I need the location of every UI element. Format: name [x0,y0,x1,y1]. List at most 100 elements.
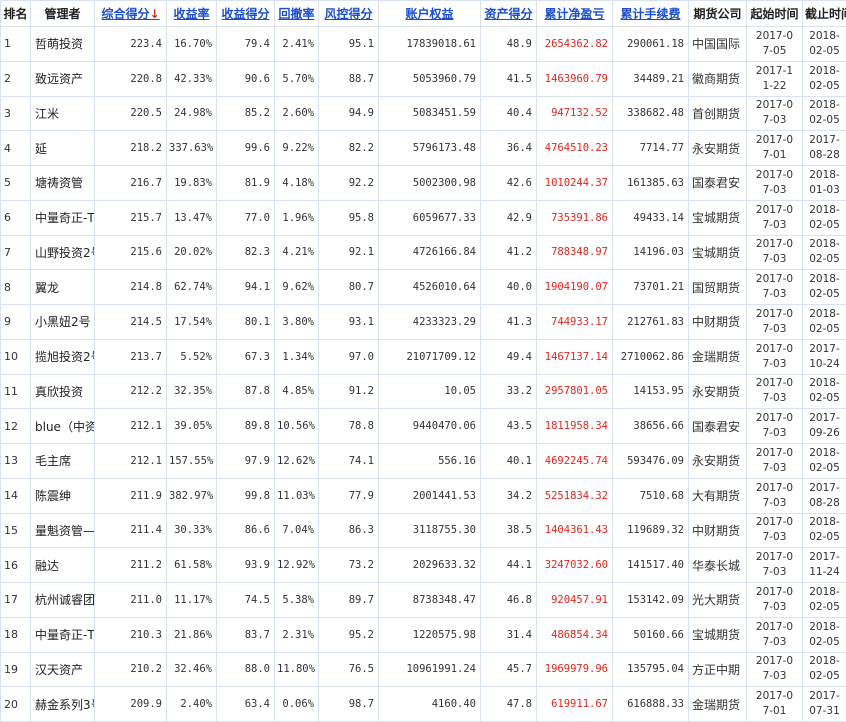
cell-equity: 5002300.98 [379,166,481,201]
header-risk-score[interactable]: 风控得分 [319,1,379,27]
manager-link[interactable]: 汉天资产 [35,663,83,677]
cell-manager: 哲萌投资 [31,27,95,62]
cell-manager: 融达 [31,548,95,583]
cell-end-date: 2018-02-05 [803,270,846,305]
cell-drawdown: 11.03% [275,478,319,513]
cell-equity: 4160.40 [379,687,481,722]
cell-return-rate: 2.40% [167,687,217,722]
cell-asset-score: 43.5 [481,409,537,444]
cell-start-date: 2017-07-03 [747,478,803,513]
header-cum-pnl[interactable]: 累计净盈亏 [537,1,613,27]
cell-risk-score: 89.7 [319,583,379,618]
cell-drawdown: 2.41% [275,27,319,62]
cell-end-date: 2017-11-24 [803,548,846,583]
cell-return-rate: 17.54% [167,305,217,340]
manager-link[interactable]: 塘祷资管 [35,176,83,190]
cell-cum-fee: 119689.32 [613,513,689,548]
cell-cum-fee: 34489.21 [613,61,689,96]
cell-drawdown: 11.80% [275,652,319,687]
cell-total-score: 220.8 [95,61,167,96]
cell-cum-pnl: 744933.17 [537,305,613,340]
cell-risk-score: 73.2 [319,548,379,583]
cell-broker: 金瑞期货 [689,339,747,374]
cell-return-rate: 42.33% [167,61,217,96]
manager-link[interactable]: 中量奇正-T [35,628,95,642]
manager-link[interactable]: 杭州诚睿团 [35,593,95,607]
cell-start-date: 2017-07-03 [747,200,803,235]
cell-risk-score: 95.1 [319,27,379,62]
cell-cum-pnl: 1904190.07 [537,270,613,305]
cell-asset-score: 40.1 [481,444,537,479]
cell-manager: 小黑妞2号 [31,305,95,340]
cell-return-rate: 5.52% [167,339,217,374]
manager-link[interactable]: 量魁资管— [35,524,95,538]
cell-rank: 13 [1,444,31,479]
cell-return-score: 99.8 [217,478,275,513]
cell-start-date: 2017-07-03 [747,270,803,305]
cell-cum-pnl: 1811958.34 [537,409,613,444]
cell-broker: 宝城期货 [689,617,747,652]
header-total-score[interactable]: 综合得分↓ [95,1,167,27]
manager-link[interactable]: 致远资产 [35,72,83,86]
manager-link[interactable]: 陈震绅 [35,489,71,503]
cell-start-date: 2017-11-22 [747,61,803,96]
header-start: 起始时间 [747,1,803,27]
cell-cum-pnl: 5251834.32 [537,478,613,513]
cell-equity: 1220575.98 [379,617,481,652]
cell-manager: 延 [31,131,95,166]
cell-start-date: 2017-07-03 [747,409,803,444]
header-return-rate[interactable]: 收益率 [167,1,217,27]
manager-link[interactable]: 揽旭投资2号 [35,350,95,364]
cell-return-score: 79.4 [217,27,275,62]
manager-link[interactable]: 翼龙 [35,281,59,295]
header-equity[interactable]: 账户权益 [379,1,481,27]
manager-link[interactable]: 延 [35,142,47,156]
manager-link[interactable]: 小黑妞2号 [35,315,91,329]
cell-end-date: 2018-02-05 [803,200,846,235]
cell-end-date: 2017-08-28 [803,478,846,513]
cell-total-score: 212.2 [95,374,167,409]
cell-risk-score: 97.0 [319,339,379,374]
cell-cum-fee: 212761.83 [613,305,689,340]
cell-rank: 9 [1,305,31,340]
manager-link[interactable]: 山野投资2号 [35,246,95,260]
cell-broker: 永安期货 [689,444,747,479]
table-body: 1哲萌投资223.416.70%79.42.41%95.117839018.61… [1,27,846,722]
cell-rank: 18 [1,617,31,652]
manager-link[interactable]: 真欣投资 [35,385,83,399]
cell-return-score: 77.0 [217,200,275,235]
cell-risk-score: 95.2 [319,617,379,652]
header-total-score-label: 综合得分 [101,7,149,21]
header-drawdown[interactable]: 回撤率 [275,1,319,27]
cell-return-score: 80.1 [217,305,275,340]
table-row: 13毛主席212.1157.55%97.912.62%74.1556.1640.… [1,444,846,479]
cell-broker: 永安期货 [689,131,747,166]
cell-equity: 17839018.61 [379,27,481,62]
cell-risk-score: 76.5 [319,652,379,687]
cell-return-rate: 13.47% [167,200,217,235]
cell-return-score: 90.6 [217,61,275,96]
header-return-score[interactable]: 收益得分 [217,1,275,27]
cell-risk-score: 78.8 [319,409,379,444]
header-cum-fee[interactable]: 累计手续费 [613,1,689,27]
cell-cum-fee: 593476.09 [613,444,689,479]
cell-equity: 3118755.30 [379,513,481,548]
table-row: 4延218.2337.63%99.69.22%82.25796173.4836.… [1,131,846,166]
manager-link[interactable]: 江米 [35,107,59,121]
table-row: 17杭州诚睿团211.011.17%74.55.38%89.78738348.4… [1,583,846,618]
manager-link[interactable]: 融达 [35,559,59,573]
cell-asset-score: 41.3 [481,305,537,340]
header-row: 排名 管理者 综合得分↓ 收益率 收益得分 回撤率 风控得分 账户权益 资产得分… [1,1,846,27]
cell-manager: 赫金系列3号 [31,687,95,722]
cell-return-score: 86.6 [217,513,275,548]
manager-link[interactable]: 赫金系列3号 [35,698,95,712]
manager-link[interactable]: 毛主席 [35,454,71,468]
cell-start-date: 2017-07-03 [747,617,803,652]
table-row: 1哲萌投资223.416.70%79.42.41%95.117839018.61… [1,27,846,62]
table-row: 18中量奇正-T210.321.86%83.72.31%95.21220575.… [1,617,846,652]
header-asset-score[interactable]: 资产得分 [481,1,537,27]
manager-link[interactable]: 中量奇正-T [35,211,95,225]
cell-end-date: 2018-02-05 [803,652,846,687]
manager-link[interactable]: blue（中资 [35,420,95,434]
manager-link[interactable]: 哲萌投资 [35,37,83,51]
